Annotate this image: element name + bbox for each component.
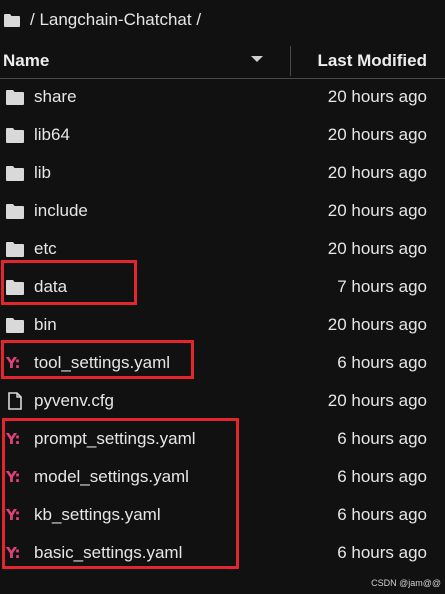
breadcrumb-path[interactable]: / Langchain-Chatchat /: [30, 10, 201, 30]
file-icon: [8, 392, 22, 410]
file-name: model_settings.yaml: [34, 467, 189, 486]
yaml-file-icon: Y:: [6, 430, 21, 448]
file-name: prompt_settings.yaml: [34, 429, 196, 448]
file-modified: 20 hours ago: [327, 87, 427, 106]
list-item-kb-settings-yaml[interactable]: Y: kb_settings.yaml 6 hours ago: [0, 496, 445, 534]
file-list: share 20 hours ago lib64 20 hours ago li…: [0, 78, 445, 572]
list-item-data[interactable]: data 7 hours ago: [0, 268, 445, 306]
column-divider[interactable]: [290, 46, 291, 76]
folder-icon: [6, 242, 24, 257]
folder-icon: [6, 280, 24, 295]
file-modified: 6 hours ago: [337, 467, 427, 486]
yaml-file-icon: Y:: [6, 506, 21, 524]
file-modified: 6 hours ago: [337, 429, 427, 448]
folder-icon: [6, 318, 24, 333]
folder-icon: [6, 128, 24, 143]
file-modified: 20 hours ago: [327, 391, 427, 410]
name-column-header[interactable]: Name: [3, 51, 49, 71]
file-modified: 6 hours ago: [337, 353, 427, 372]
file-name: data: [34, 277, 68, 296]
file-list-header: Name Last Modified: [0, 42, 445, 79]
file-name: etc: [34, 239, 57, 258]
caret-down-icon[interactable]: [250, 54, 264, 64]
file-name: share: [34, 87, 77, 106]
file-name: pyvenv.cfg: [34, 391, 115, 410]
file-modified: 20 hours ago: [327, 201, 427, 220]
file-modified: 7 hours ago: [337, 277, 427, 296]
folder-icon[interactable]: [4, 13, 20, 27]
folder-icon: [6, 90, 24, 105]
list-item-prompt-settings-yaml[interactable]: Y: prompt_settings.yaml 6 hours ago: [0, 420, 445, 458]
watermark: CSDN @jam@@: [371, 578, 441, 588]
file-modified: 20 hours ago: [327, 125, 427, 144]
list-item-lib64[interactable]: lib64 20 hours ago: [0, 116, 445, 154]
list-item-model-settings-yaml[interactable]: Y: model_settings.yaml 6 hours ago: [0, 458, 445, 496]
list-item-share[interactable]: share 20 hours ago: [0, 78, 445, 116]
file-name: basic_settings.yaml: [34, 543, 183, 562]
folder-icon: [6, 204, 24, 219]
file-name: kb_settings.yaml: [34, 505, 161, 524]
file-name: include: [34, 201, 88, 220]
list-item-basic-settings-yaml[interactable]: Y: basic_settings.yaml 6 hours ago: [0, 534, 445, 572]
file-modified: 6 hours ago: [337, 505, 427, 524]
yaml-file-icon: Y:: [6, 354, 21, 372]
list-item-include[interactable]: include 20 hours ago: [0, 192, 445, 230]
file-name: bin: [34, 315, 57, 334]
yaml-file-icon: Y:: [6, 468, 21, 486]
last-modified-column-header[interactable]: Last Modified: [317, 51, 427, 71]
file-modified: 6 hours ago: [337, 543, 427, 562]
file-name: lib: [34, 163, 52, 182]
breadcrumb: / Langchain-Chatchat /: [0, 0, 445, 40]
file-modified: 20 hours ago: [327, 239, 427, 258]
folder-icon: [6, 166, 24, 181]
file-modified: 20 hours ago: [327, 315, 427, 334]
list-item-etc[interactable]: etc 20 hours ago: [0, 230, 445, 268]
list-item-tool-settings-yaml[interactable]: Y: tool_settings.yaml 6 hours ago: [0, 344, 445, 382]
file-name: tool_settings.yaml: [34, 353, 171, 372]
list-item-pyvenv-cfg[interactable]: pyvenv.cfg 20 hours ago: [0, 382, 445, 420]
list-item-lib[interactable]: lib 20 hours ago: [0, 154, 445, 192]
file-modified: 20 hours ago: [327, 163, 427, 182]
list-item-bin[interactable]: bin 20 hours ago: [0, 306, 445, 344]
yaml-file-icon: Y:: [6, 544, 21, 562]
file-name: lib64: [34, 125, 70, 144]
